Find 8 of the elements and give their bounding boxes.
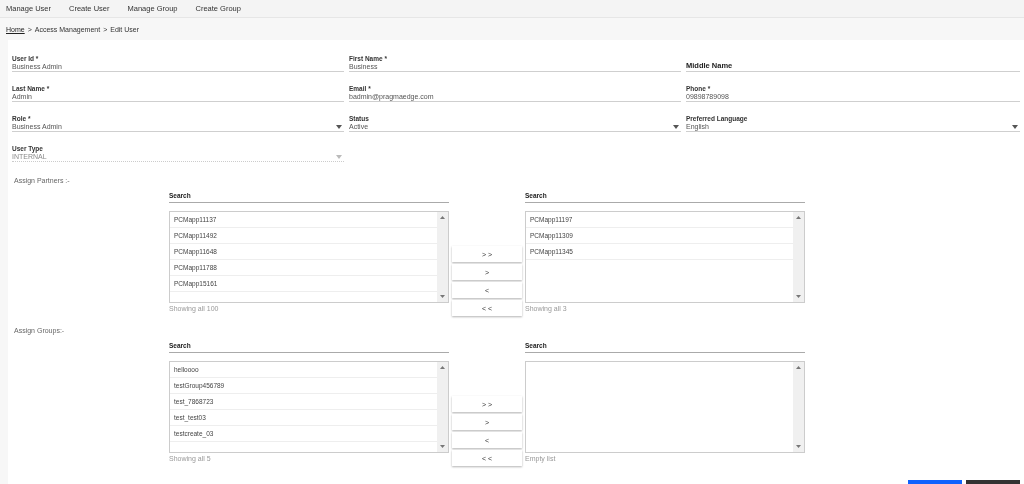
scrollbar-drawing[interactable] bbox=[437, 212, 448, 302]
caret-icon bbox=[673, 124, 679, 129]
caret-icon bbox=[336, 154, 342, 159]
caret-icon bbox=[1012, 124, 1018, 129]
scrollbar-drawing[interactable] bbox=[793, 212, 804, 302]
scrollbar-drawing[interactable] bbox=[793, 362, 804, 452]
scrollbar-drawing[interactable] bbox=[437, 362, 448, 452]
caret-icon bbox=[336, 124, 342, 129]
